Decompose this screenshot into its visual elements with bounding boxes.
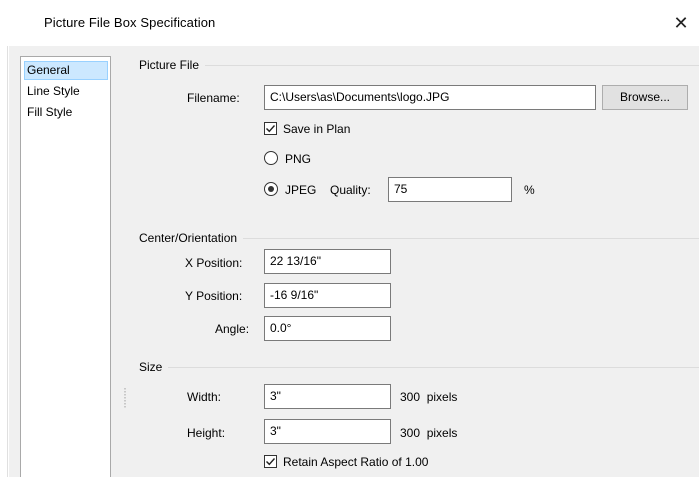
height-label: Height:: [187, 426, 226, 440]
radio-selected-dot: [268, 186, 274, 192]
height-input[interactable]: 3": [264, 419, 391, 444]
width-pixels-readout: 300 pixels: [400, 390, 458, 404]
checkmark-icon: [266, 458, 276, 466]
y-position-label: Y Position:: [185, 289, 243, 303]
window-title: Picture File Box Specification: [44, 15, 216, 30]
width-label: Width:: [187, 390, 222, 404]
x-position-label: X Position:: [185, 256, 243, 270]
close-icon[interactable]: ✕: [668, 10, 694, 36]
filename-input[interactable]: C:\Users\as\Documents\logo.JPG: [264, 85, 596, 110]
width-input[interactable]: 3": [264, 384, 391, 409]
panel-grip: [124, 388, 126, 408]
quality-input[interactable]: 75: [388, 177, 512, 202]
png-label: PNG: [285, 152, 312, 166]
window-left-edge: [0, 46, 8, 477]
x-position-input[interactable]: 22 13/16": [264, 249, 391, 274]
filename-label: Filename:: [187, 91, 240, 105]
center-orientation-group-label: Center/Orientation: [139, 231, 244, 245]
retain-aspect-checkbox[interactable]: [264, 455, 277, 468]
nav-item-line-style[interactable]: Line Style: [24, 82, 108, 101]
browse-button[interactable]: Browse...: [602, 85, 688, 110]
retain-aspect-label: Retain Aspect Ratio of 1.00: [283, 455, 429, 469]
size-divider: [140, 367, 699, 368]
nav-item-general[interactable]: General: [24, 61, 108, 80]
jpeg-label: JPEG: [285, 183, 317, 197]
angle-input[interactable]: 0.0°: [264, 316, 391, 341]
quality-unit: %: [524, 183, 535, 197]
picture-file-divider: [140, 65, 699, 66]
size-group-label: Size: [139, 360, 169, 374]
jpeg-radio[interactable]: [264, 182, 278, 196]
quality-label: Quality:: [330, 183, 371, 197]
nav-item-fill-style[interactable]: Fill Style: [24, 103, 108, 122]
picture-file-group-label: Picture File: [139, 58, 206, 72]
png-radio[interactable]: [264, 151, 278, 165]
angle-label: Angle:: [215, 322, 250, 336]
y-position-input[interactable]: -16 9/16": [264, 283, 391, 308]
checkmark-icon: [266, 125, 276, 133]
save-in-plan-label: Save in Plan: [283, 122, 351, 136]
category-list: General Line Style Fill Style: [20, 56, 111, 477]
height-pixels-readout: 300 pixels: [400, 426, 458, 440]
save-in-plan-checkbox[interactable]: [264, 122, 277, 135]
